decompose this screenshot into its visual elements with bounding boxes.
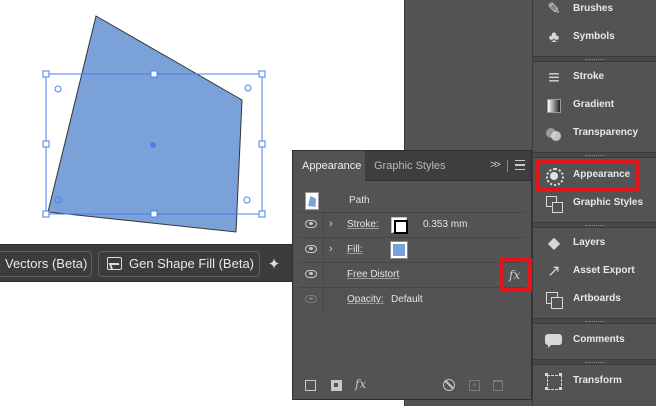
add-new-stroke-icon[interactable] [305,380,316,391]
transparency-icon [545,125,563,143]
handle-bottom-left[interactable] [42,210,50,218]
stroke-weight-value[interactable]: 0.353 mm [423,219,467,230]
dock-item-label: Symbols [573,31,615,42]
contextual-task-bar: Vectors (Beta) Gen Shape Fill (Beta) ✦ [0,244,292,282]
handle-bottom-center[interactable] [150,210,158,218]
panel-menu-icon[interactable] [515,160,525,170]
dock-item-label: Gradient [573,99,615,110]
gradient-icon [545,97,563,115]
dock-item-label: Layers [573,237,606,248]
center-point [150,142,156,148]
row-divider [323,263,324,288]
visibility-eye-icon[interactable] [305,270,317,278]
dock-item-label: Transform [573,375,622,386]
fill-label[interactable]: Fill: [347,244,363,255]
row-divider [323,213,324,238]
dock-item-label: Artboards [573,293,621,304]
delete-item-icon[interactable] [493,380,503,391]
dock-item-asset-export[interactable]: ↗ Asset Export [533,258,656,286]
visibility-eye-icon[interactable] [305,295,317,303]
asset-export-icon: ↗ [547,263,561,280]
corner-widget[interactable] [54,85,62,93]
opacity-label[interactable]: Opacity: [347,294,384,305]
dock-item-graphic-styles[interactable]: Graphic Styles [533,190,656,218]
appearance-callout-highlight [536,160,640,192]
effect-label[interactable]: Free Distort [347,269,399,280]
dock-item-transform[interactable]: Transform [533,368,656,396]
dock-item-symbols[interactable]: ♣ Symbols [533,24,656,52]
selected-shape[interactable] [47,15,243,233]
path-thumbnail-icon [305,192,319,210]
collapse-panel-button[interactable]: >> [490,159,501,171]
dock-item-label: Asset Export [573,265,635,276]
stroke-swatch[interactable] [391,217,408,234]
object-type-label: Path [349,195,370,206]
handle-top-left[interactable] [42,70,50,78]
appearance-object-row: Path [299,189,525,213]
corner-widget[interactable] [243,196,251,204]
dock-item-gradient[interactable]: Gradient [533,92,656,120]
appearance-row-opacity[interactable]: Opacity: Default [299,288,525,313]
add-new-fill-icon[interactable] [331,380,342,391]
dock-item-label: Brushes [573,3,614,14]
dock-group-divider[interactable] [533,222,656,228]
artboards-icon [545,291,563,309]
dock-group-divider[interactable] [533,152,656,158]
dock-item-artboards[interactable]: Artboards [533,286,656,314]
panel-tab-bar: Appearance Graphic Styles >> [293,151,531,182]
transform-icon [545,373,563,391]
appearance-panel: Appearance Graphic Styles >> Path › Stro… [292,150,532,400]
appearance-row-free-distort[interactable]: Free Distort fx [299,263,525,288]
tab-bar-divider [507,160,508,172]
opacity-value[interactable]: Default [391,294,423,305]
dock-item-label: Comments [573,334,625,345]
vectors-beta-button[interactable]: Vectors (Beta) [0,251,92,277]
handle-bottom-right[interactable] [258,210,266,218]
comments-icon [545,332,563,350]
expand-chevron-icon[interactable]: › [329,218,333,230]
dock-group-divider[interactable] [533,56,656,62]
corner-widget[interactable] [244,84,252,92]
fx-callout-highlight [500,258,532,292]
handle-middle-right[interactable] [258,140,266,148]
handle-top-right[interactable] [258,70,266,78]
graphic-styles-icon [545,195,563,213]
clear-appearance-icon[interactable] [443,379,455,391]
gen-shape-fill-button[interactable]: Gen Shape Fill (Beta) [98,251,260,277]
row-divider [323,238,324,263]
dock-item-transparency[interactable]: Transparency [533,120,656,148]
brush-icon: ✎ [547,1,561,18]
dock-group-divider[interactable] [533,359,656,365]
tab-appearance[interactable]: Appearance [293,151,365,182]
dock-item-comments[interactable]: Comments [533,327,656,355]
visibility-eye-icon[interactable] [305,220,317,228]
stroke-label[interactable]: Stroke: [347,219,379,230]
stroke-lines-icon [545,69,563,87]
wand-more-icon[interactable]: ✦ [264,255,284,275]
gen-shape-fill-label: Gen Shape Fill (Beta) [129,256,255,271]
dock-item-label: Stroke [573,71,605,82]
appearance-footer: fx + [293,373,531,399]
fill-swatch[interactable] [390,241,408,259]
handle-top-center[interactable] [150,70,158,78]
handle-middle-left[interactable] [42,140,50,148]
row-divider [323,288,324,313]
dock-item-brushes[interactable]: ✎ Brushes [533,0,656,24]
dock-item-layers[interactable]: ◆ Layers [533,230,656,258]
dock-item-stroke[interactable]: Stroke [533,64,656,92]
expand-chevron-icon[interactable]: › [329,243,333,255]
tab-graphic-styles[interactable]: Graphic Styles [365,151,455,181]
appearance-row-stroke[interactable]: › Stroke: 0.353 mm [299,213,525,238]
duplicate-item-icon[interactable]: + [469,380,480,391]
dock-item-label: Graphic Styles [573,197,644,208]
layers-icon: ◆ [547,235,561,252]
dock-group-divider[interactable] [533,318,656,324]
appearance-row-fill[interactable]: › Fill: [299,238,525,263]
add-new-effect-icon[interactable]: fx [355,377,366,391]
clubs-icon: ♣ [548,29,560,46]
gen-shape-fill-icon [107,257,122,270]
dock-item-label: Transparency [573,127,639,138]
panel-dock: ✎ Brushes ♣ Symbols Stroke Gradient Tran… [532,0,656,406]
visibility-eye-icon[interactable] [305,245,317,253]
